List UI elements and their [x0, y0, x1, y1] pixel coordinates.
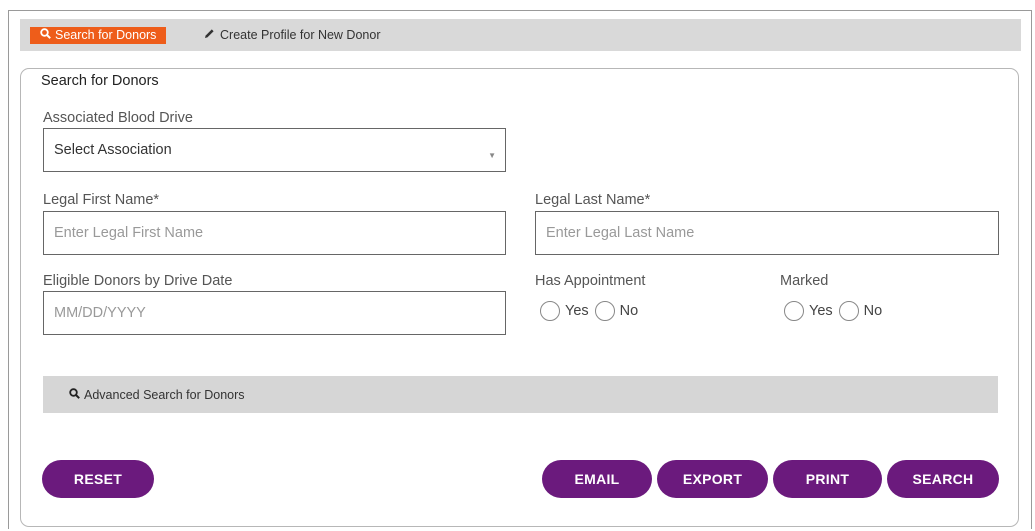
has-appointment-no-radio[interactable]	[594, 301, 615, 321]
drive-date-placeholder: MM/DD/YYYY	[54, 305, 146, 321]
export-button[interactable]: EXPORT	[657, 460, 768, 498]
search-icon	[69, 387, 80, 402]
marked-no-label: No	[863, 303, 883, 319]
has-appointment-no-label: No	[619, 303, 639, 319]
tab-create-profile[interactable]: Create Profile for New Donor	[204, 27, 380, 44]
chevron-down-icon: ▼	[488, 151, 496, 160]
pencil-icon	[204, 27, 215, 44]
tab-create-profile-label: Create Profile for New Donor	[220, 28, 381, 42]
reset-button[interactable]: RESET	[42, 460, 154, 498]
email-button[interactable]: EMAIL	[542, 460, 652, 498]
marked-yes-radio[interactable]	[784, 301, 804, 321]
association-select-value: Select Association	[54, 142, 172, 158]
drive-date-label: Eligible Donors by Drive Date	[43, 273, 233, 289]
panel-legend: Search for Donors	[37, 72, 163, 90]
drive-date-input[interactable]: MM/DD/YYYY	[43, 291, 506, 335]
print-button[interactable]: PRINT	[773, 460, 882, 498]
has-appointment-radios: Yes No	[540, 301, 644, 321]
association-select[interactable]: Select Association ▼	[43, 128, 506, 172]
last-name-label: Legal Last Name*	[535, 192, 651, 208]
search-icon	[40, 27, 51, 44]
tab-search-donors-label: Search for Donors	[55, 28, 157, 42]
association-label: Associated Blood Drive	[43, 110, 193, 126]
advanced-search-toggle[interactable]: Advanced Search for Donors	[43, 376, 998, 413]
first-name-input[interactable]: Enter Legal First Name	[43, 211, 506, 255]
tab-search-donors[interactable]: Search for Donors	[30, 27, 167, 44]
has-appointment-yes-label: Yes	[565, 303, 589, 319]
has-appointment-label: Has Appointment	[535, 273, 646, 289]
tab-bar: Search for Donors Create Profile for New…	[20, 19, 1021, 51]
marked-no-radio[interactable]	[838, 301, 859, 321]
last-name-placeholder: Enter Legal Last Name	[546, 225, 695, 241]
last-name-input[interactable]: Enter Legal Last Name	[535, 211, 999, 255]
marked-yes-label: Yes	[809, 303, 833, 319]
has-appointment-yes-radio[interactable]	[540, 301, 560, 321]
marked-radios: Yes No	[784, 301, 888, 321]
marked-label: Marked	[780, 273, 829, 289]
first-name-label: Legal First Name*	[43, 192, 160, 208]
first-name-placeholder: Enter Legal First Name	[54, 225, 204, 241]
advanced-search-label: Advanced Search for Donors	[84, 387, 245, 402]
search-button[interactable]: SEARCH	[887, 460, 999, 498]
